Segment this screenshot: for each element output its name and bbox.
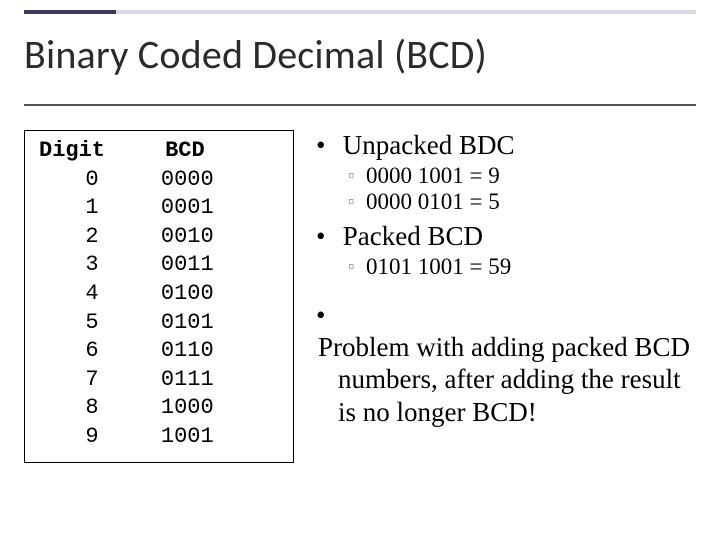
sub-bullet-text: 0000 1001 = 9 bbox=[366, 163, 500, 188]
sub-bullet: 0101 1001 = 59 bbox=[348, 254, 696, 280]
table-row: 2 0010 bbox=[25, 223, 293, 252]
cell-bcd: 1001 bbox=[153, 423, 293, 452]
cell-digit: 4 bbox=[25, 280, 153, 309]
cell-digit: 8 bbox=[25, 394, 153, 423]
table-row: 6 0110 bbox=[25, 337, 293, 366]
cell-digit: 2 bbox=[25, 223, 153, 252]
bullet-problem: Problem with adding packed BCD numbers, … bbox=[318, 300, 696, 428]
table-row: 5 0101 bbox=[25, 309, 293, 338]
cell-digit: 5 bbox=[25, 309, 153, 338]
bcd-table: Digit BCD 0 0000 1 0001 2 0010 3 0011 4 … bbox=[24, 130, 294, 463]
spacer bbox=[318, 286, 696, 300]
bullet-unpacked-label: Unpacked BDC bbox=[343, 130, 515, 160]
table-row: 8 1000 bbox=[25, 394, 293, 423]
accent-light bbox=[24, 10, 696, 14]
cell-digit: 1 bbox=[25, 194, 153, 223]
bullet-unpacked: Unpacked BDC 0000 1001 = 9 0000 0101 = 5 bbox=[318, 130, 696, 215]
cell-bcd: 0111 bbox=[153, 366, 293, 395]
top-accent-bar bbox=[24, 10, 696, 18]
table-row: 1 0001 bbox=[25, 194, 293, 223]
bullet-sublist: 0101 1001 = 59 bbox=[348, 254, 696, 280]
table-row: 7 0111 bbox=[25, 366, 293, 395]
bullet-problem-text: Problem with adding packed BCD numbers, … bbox=[318, 331, 696, 428]
cell-digit: 0 bbox=[25, 166, 153, 195]
cell-digit: 7 bbox=[25, 366, 153, 395]
content-area: Unpacked BDC 0000 1001 = 9 0000 0101 = 5… bbox=[318, 130, 696, 432]
table-row: 0 0000 bbox=[25, 166, 293, 195]
bullet-sublist: 0000 1001 = 9 0000 0101 = 5 bbox=[348, 163, 696, 215]
cell-bcd: 0010 bbox=[153, 223, 293, 252]
bullet-list: Problem with adding packed BCD numbers, … bbox=[318, 300, 696, 428]
sub-bullet-text: 0000 0101 = 5 bbox=[366, 189, 500, 214]
cell-bcd: 1000 bbox=[153, 394, 293, 423]
bullet-list: Unpacked BDC 0000 1001 = 9 0000 0101 = 5… bbox=[318, 130, 696, 280]
cell-digit: 6 bbox=[25, 337, 153, 366]
table-row: 4 0100 bbox=[25, 280, 293, 309]
cell-bcd: 0000 bbox=[153, 166, 293, 195]
cell-digit: 9 bbox=[25, 423, 153, 452]
table-header-row: Digit BCD bbox=[25, 137, 293, 166]
cell-bcd: 0101 bbox=[153, 309, 293, 338]
bullet-packed: Packed BCD 0101 1001 = 59 bbox=[318, 221, 696, 280]
table-header-digit: Digit bbox=[25, 137, 157, 166]
sub-bullet: 0000 1001 = 9 bbox=[348, 163, 696, 189]
cell-bcd: 0001 bbox=[153, 194, 293, 223]
table-header-bcd: BCD bbox=[157, 137, 293, 166]
slide-title: Binary Coded Decimal (BCD) bbox=[24, 30, 696, 79]
cell-bcd: 0100 bbox=[153, 280, 293, 309]
table-row: 3 0011 bbox=[25, 251, 293, 280]
cell-digit: 3 bbox=[25, 251, 153, 280]
slide: Binary Coded Decimal (BCD) Digit BCD 0 0… bbox=[0, 0, 720, 540]
bullet-packed-label: Packed BCD bbox=[343, 221, 483, 251]
cell-bcd: 0011 bbox=[153, 251, 293, 280]
accent-dark bbox=[24, 10, 116, 14]
sub-bullet-text: 0101 1001 = 59 bbox=[366, 254, 511, 279]
cell-bcd: 0110 bbox=[153, 337, 293, 366]
title-underline bbox=[24, 104, 696, 106]
table-row: 9 1001 bbox=[25, 423, 293, 452]
sub-bullet: 0000 0101 = 5 bbox=[348, 189, 696, 215]
